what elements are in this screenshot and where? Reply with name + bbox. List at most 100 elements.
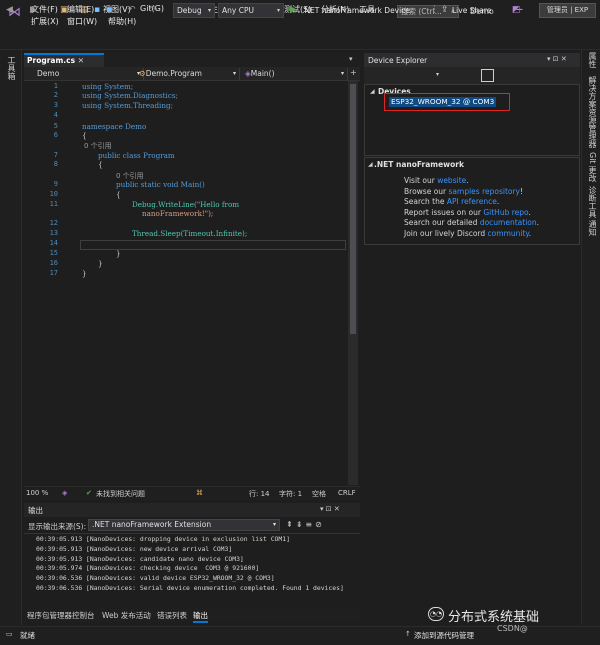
info-line-suffix: . bbox=[466, 176, 469, 185]
code-line[interactable]: nanoFramework!"); bbox=[142, 209, 213, 218]
code-line[interactable]: } bbox=[98, 259, 103, 268]
scrollbar-thumb[interactable] bbox=[350, 84, 356, 334]
git-changes-tab[interactable]: Git 更改 bbox=[587, 152, 598, 182]
code-line[interactable]: namespace Demo bbox=[82, 122, 146, 131]
code-line[interactable]: { bbox=[82, 131, 87, 140]
code-line[interactable]: using System.Threading; bbox=[82, 101, 173, 110]
save-icon[interactable]: ▪ bbox=[94, 5, 100, 15]
info-link[interactable]: samples repository bbox=[449, 187, 520, 196]
output-source-dropdown[interactable]: .NET nanoFramework Extension ▾ bbox=[88, 519, 280, 531]
line-number: 13 bbox=[49, 229, 58, 237]
code-line[interactable]: } bbox=[82, 269, 87, 278]
nanoframework-title: .NET nanoFramework bbox=[374, 160, 464, 169]
line-ending-indicator[interactable]: CRLF bbox=[338, 489, 356, 497]
panel-menu-icon[interactable]: ▾ ⊡ ✕ bbox=[547, 55, 567, 63]
left-tool-rail: 工具箱 bbox=[0, 50, 22, 625]
code-line[interactable]: using System; bbox=[82, 82, 133, 91]
tab-program-cs[interactable]: Program.cs ✕ bbox=[24, 53, 104, 67]
expand-collapse-icon[interactable]: ◢ bbox=[370, 88, 375, 95]
add-to-source-control[interactable]: 添加到源代码管理 bbox=[414, 630, 474, 641]
right-tool-rail: 属性 解决方案资源管理器 Git 更改 诊断工具 通知 bbox=[581, 50, 600, 625]
code-line[interactable]: Debug.WriteLine("Hello from bbox=[132, 200, 239, 209]
diagnostic-tools-tab[interactable]: 诊断工具 bbox=[587, 186, 598, 218]
tab-output[interactable]: 输出 bbox=[193, 610, 208, 623]
info-link[interactable]: community bbox=[488, 229, 529, 238]
forward-icon[interactable]: ▶ bbox=[30, 5, 37, 15]
code-line[interactable]: public static void Main() bbox=[116, 180, 205, 189]
close-tab-icon[interactable]: ✕ bbox=[78, 56, 84, 65]
collapse-icon[interactable]: ◢ bbox=[368, 161, 373, 168]
menu-item-row2-2[interactable]: 帮助(H) bbox=[108, 16, 136, 27]
back-icon[interactable]: ◀ bbox=[6, 5, 13, 15]
split-editor-icon[interactable]: + bbox=[350, 68, 357, 77]
toolbar-dropdown-icon[interactable]: ▾ bbox=[436, 71, 439, 78]
undo-icon[interactable]: ↶ bbox=[128, 5, 136, 15]
device-explorer-title: Device Explorer bbox=[368, 56, 428, 65]
tab-error-list[interactable]: 错误列表 bbox=[157, 610, 187, 621]
output-line: 00:39:05.913 [NanoDevices: new device ar… bbox=[36, 544, 233, 553]
info-link[interactable]: website bbox=[437, 176, 466, 185]
new-project-icon[interactable]: ▣ bbox=[60, 5, 69, 15]
info-link[interactable]: documentation bbox=[480, 218, 537, 227]
start-debug-icon[interactable]: ▶ bbox=[290, 5, 297, 15]
start-target-button[interactable]: .NET nanoFramework Device bbox=[302, 6, 410, 15]
info-line-prefix: Search our detailed bbox=[404, 218, 480, 228]
device-capabilities-icon[interactable] bbox=[481, 69, 494, 82]
line-number: 6 bbox=[53, 131, 58, 139]
member-nav-dropdown[interactable]: ◈Main() ▾ bbox=[242, 68, 348, 80]
code-line[interactable]: { bbox=[116, 190, 121, 199]
tab-list-icon[interactable]: ▾ bbox=[349, 55, 353, 63]
code-line[interactable]: using System.Diagnostics; bbox=[82, 91, 178, 100]
code-line[interactable]: } bbox=[116, 249, 121, 258]
code-line[interactable]: public class Program bbox=[98, 151, 175, 160]
device-item[interactable]: ESP32_WROOM_32 @ COM3 bbox=[389, 97, 497, 107]
output-panel-header bbox=[24, 503, 360, 517]
tab-web-publish-activity[interactable]: Web 发布活动 bbox=[102, 610, 151, 621]
menu-item-row2-1[interactable]: 窗口(W) bbox=[67, 16, 97, 27]
info-link[interactable]: API reference bbox=[447, 197, 497, 206]
project-nav-dropdown[interactable]: Demo ▾ bbox=[34, 68, 144, 80]
output-line: 00:39:05.974 [NanoDevices: checking devi… bbox=[36, 564, 260, 573]
configuration-dropdown[interactable]: Debug ▾ bbox=[173, 3, 215, 18]
zoom-level[interactable]: 100 % bbox=[26, 489, 48, 497]
output-title: 输出 bbox=[28, 506, 43, 515]
code-editor[interactable] bbox=[24, 81, 348, 485]
code-line[interactable]: { bbox=[98, 160, 103, 169]
solution-explorer-tab[interactable]: 解决方案资源管理器 bbox=[587, 76, 598, 148]
tab-package-manager-console[interactable]: 程序包管理器控制台 bbox=[27, 610, 95, 621]
info-line-prefix: Search the bbox=[404, 197, 447, 207]
toolbar-options-icon[interactable]: ⋮ bbox=[430, 5, 439, 15]
copilot-status-icon[interactable]: ◈ bbox=[62, 489, 67, 497]
whitespace-indicator[interactable]: 空格 bbox=[312, 489, 326, 499]
type-nav-dropdown[interactable]: ⚙Demo.Program ▾ bbox=[136, 68, 240, 80]
panel-options-icon[interactable]: ▾ ⊡ ✕ bbox=[320, 505, 340, 513]
redo-icon[interactable]: ↷ bbox=[150, 5, 158, 15]
live-share-button[interactable]: Live Share bbox=[452, 6, 491, 15]
status-ready: 就绪 bbox=[20, 631, 35, 640]
line-number: 5 bbox=[53, 122, 58, 130]
info-line-suffix: . bbox=[536, 218, 540, 228]
editor-status-bar: 100 % ◈ ✔ 未找到相关问题 ⌘ 行: 14 字符: 1 空格 CRLF bbox=[24, 486, 360, 500]
save-all-icon[interactable]: ▪ bbox=[106, 5, 112, 15]
code-line[interactable]: Thread.Sleep(Timeout.Infinite); bbox=[132, 229, 247, 238]
open-folder-icon[interactable]: ▤ bbox=[80, 5, 89, 15]
live-share-icon[interactable]: ⇪ bbox=[441, 5, 449, 15]
line-number: 11 bbox=[49, 200, 58, 208]
line-indicator[interactable]: 行: 14 bbox=[249, 489, 270, 499]
copilot-icon[interactable]: ◩ bbox=[512, 5, 521, 15]
watermark-subtext: CSDN@ bbox=[497, 624, 528, 633]
notifications-tab[interactable]: 通知 bbox=[587, 220, 598, 236]
info-line: Join our lively Discord community. bbox=[404, 229, 531, 238]
menu-item-row2-0[interactable]: 扩展(X) bbox=[31, 16, 59, 27]
admin-badge[interactable]: 管理员 | EXP bbox=[539, 3, 596, 18]
issues-status[interactable]: 未找到相关问题 bbox=[96, 489, 145, 499]
info-link[interactable]: GitHub repo bbox=[483, 208, 528, 217]
output-toolbar-icons[interactable]: ⇞⇟≡⊘ bbox=[286, 520, 325, 529]
properties-tab[interactable]: 属性 bbox=[587, 52, 598, 68]
toolbox-tab[interactable]: 工具箱 bbox=[6, 56, 17, 80]
code-line[interactable]: 0 个引用 bbox=[84, 141, 112, 151]
platform-dropdown[interactable]: Any CPU ▾ bbox=[218, 3, 284, 18]
brush-icon[interactable]: ⌘ bbox=[196, 489, 203, 497]
info-line-suffix: ! bbox=[520, 186, 524, 196]
column-indicator[interactable]: 字符: 1 bbox=[279, 489, 302, 499]
